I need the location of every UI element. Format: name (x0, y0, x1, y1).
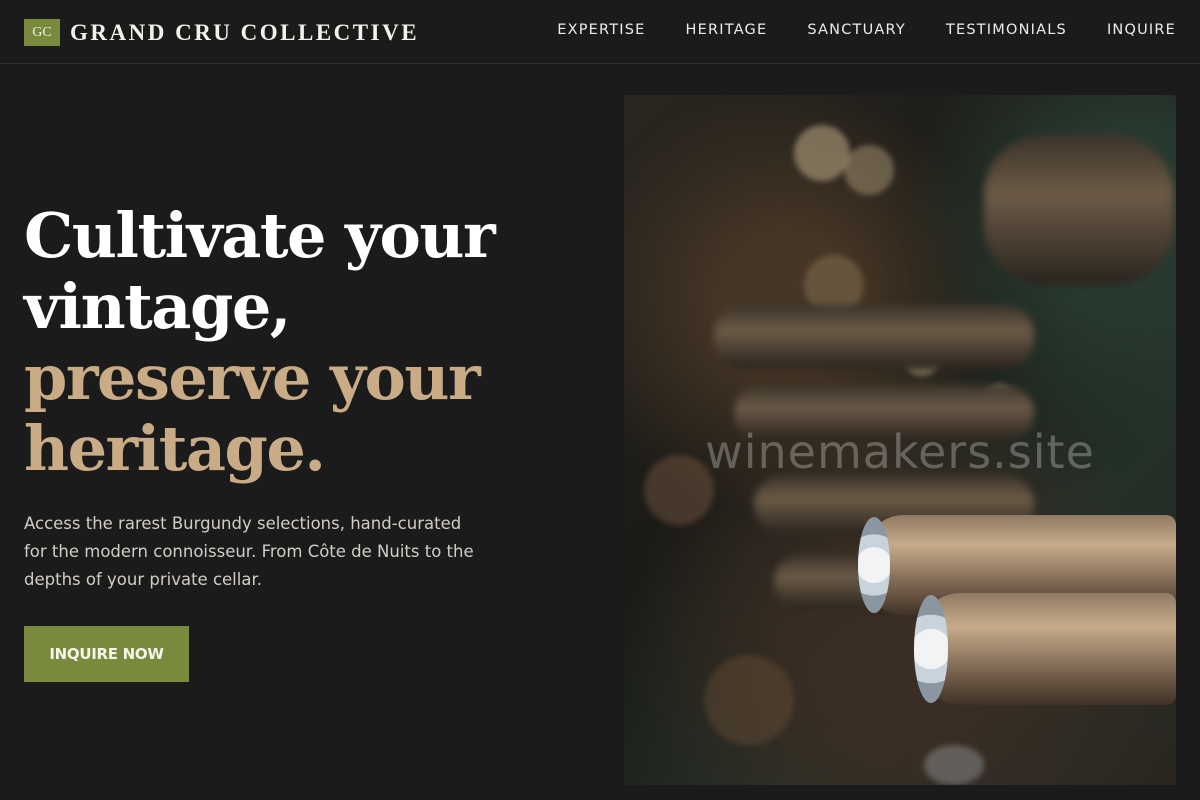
logo-mark: GC (24, 19, 60, 46)
brand[interactable]: GC GRAND CRU COLLECTIVE (24, 19, 419, 46)
bottle-cap (858, 517, 890, 613)
nav-item-expertise[interactable]: EXPERTISE (557, 22, 645, 38)
nav-item-inquire[interactable]: INQUIRE (1107, 22, 1176, 38)
hero-title-line-1: Cultivate your (24, 199, 496, 272)
brand-name: GRAND CRU COLLECTIVE (70, 19, 420, 45)
site-header: GC GRAND CRU COLLECTIVE EXPERTISE HERITA… (0, 0, 1200, 64)
nav-item-testimonials[interactable]: TESTIMONIALS (946, 22, 1067, 38)
blurred-bottle (984, 135, 1174, 285)
wine-bottles-image: winemakers.site (624, 95, 1176, 785)
inquire-now-button[interactable]: INQUIRE NOW (24, 626, 189, 682)
image-watermark: winemakers.site (705, 425, 1095, 479)
bokeh-light (794, 125, 850, 181)
bokeh-light (924, 745, 984, 785)
hero-title-line-2: vintage, (24, 270, 291, 343)
foreground-bottle (920, 593, 1176, 705)
hero-title-accent-line-2: heritage. (24, 412, 326, 485)
hero-title: Cultivate your vintage, preserve your he… (24, 200, 584, 484)
bokeh-light (844, 145, 894, 195)
main-nav: EXPERTISE HERITAGE SANCTUARY TESTIMONIAL… (557, 22, 1176, 38)
hero-title-accent-line-1: preserve your (24, 341, 481, 414)
bokeh-light (704, 655, 794, 745)
blurred-bottle (714, 305, 1034, 369)
nav-item-heritage[interactable]: HERITAGE (686, 22, 768, 38)
nav-item-sanctuary[interactable]: SANCTUARY (807, 22, 906, 38)
bottle-cap (914, 595, 948, 703)
hero-subtitle: Access the rarest Burgundy selections, h… (24, 514, 474, 589)
